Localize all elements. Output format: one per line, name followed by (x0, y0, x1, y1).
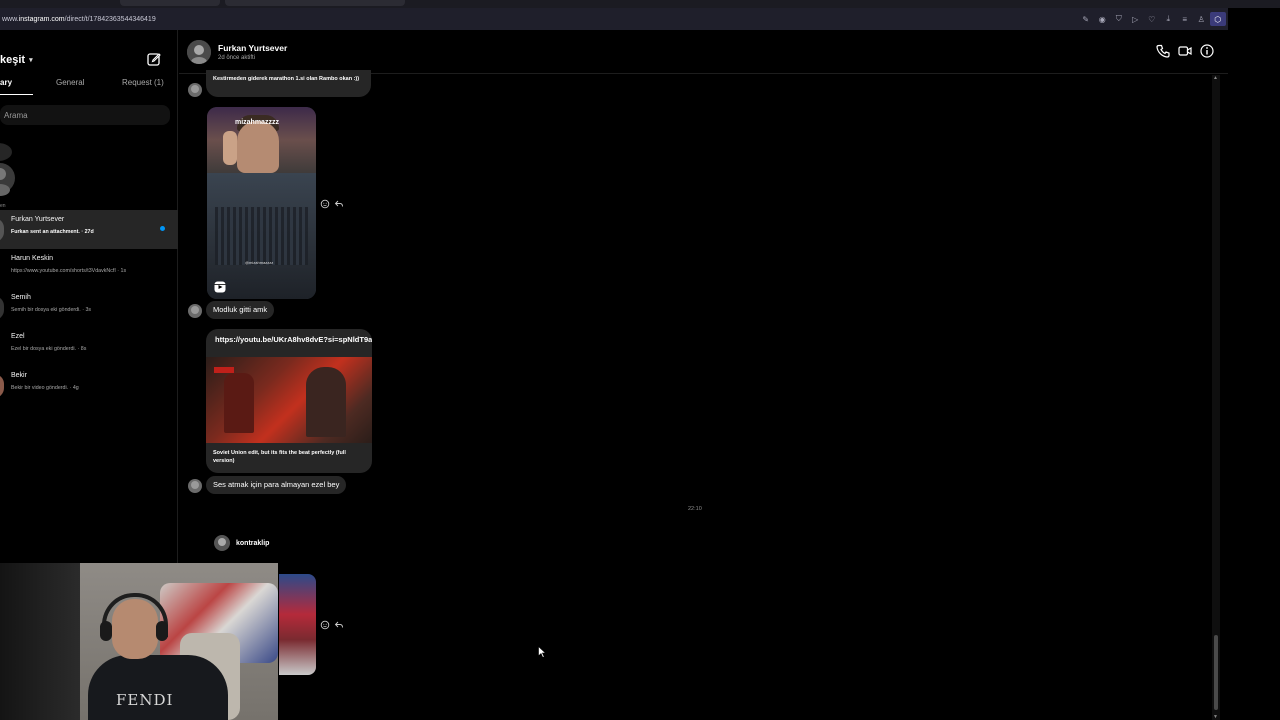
message-bubble[interactable]: Modluk gitti amk (206, 301, 275, 319)
avatar[interactable] (188, 304, 202, 318)
account-name: keşit (0, 54, 26, 66)
emoji-react-icon[interactable] (320, 199, 330, 209)
shirt-logo: FENDI (116, 691, 174, 709)
webcam-overlay: FENDI (0, 563, 278, 720)
chat-header: Furkan Yurtsever 2d önce aktifti (179, 30, 1228, 74)
avatar (0, 374, 4, 398)
message-timestamp: 22:10 (688, 506, 702, 512)
chat-actions (1156, 44, 1214, 58)
active-tab-indicator (0, 94, 33, 95)
reel-crowd (215, 207, 308, 265)
message-bubble[interactable]: Kestirmeden giderek marathon 1.si olan R… (206, 70, 371, 97)
conversation-preview: Ezel bir dosya eki gönderdi. · 8s (11, 346, 87, 352)
reel-caption: @mizahmazzzz (245, 260, 274, 265)
reels-icon (214, 281, 226, 293)
conversation-item[interactable]: Harun Keskin https://www.youtube.com/sho… (0, 249, 178, 288)
conversation-item[interactable]: Bekir Bekir bir video gönderdi. · 4g (0, 366, 178, 405)
new-message-icon[interactable] (147, 52, 161, 66)
unread-dot (160, 226, 165, 231)
heart-icon[interactable]: ♡ (1144, 12, 1161, 26)
headset-earcup (100, 621, 112, 641)
conversation-name: Semih (11, 294, 31, 301)
mouse-cursor-icon (538, 646, 546, 658)
message-thread: Kestirmeden giderek marathon 1.si olan R… (179, 70, 1214, 720)
conversation-name: Harun Keskin (11, 255, 54, 262)
reel-hand (223, 131, 237, 165)
phone-icon[interactable] (1156, 44, 1170, 58)
reel-username: mizahmazzzz (235, 119, 279, 126)
edit-icon[interactable]: ✎ (1078, 12, 1095, 26)
window-edge (1228, 8, 1280, 720)
conversation-preview: Furkan sent an attachment. · 27d (11, 229, 94, 235)
scroll-down-icon[interactable]: ▼ (1213, 714, 1218, 720)
webcam-person-body (88, 655, 228, 720)
reply-icon[interactable] (334, 199, 344, 209)
search-box (0, 105, 170, 126)
shared-reel[interactable]: mizahmazzzz @mizahmazzzz (207, 107, 316, 299)
chevron-down-icon: ▾ (29, 57, 33, 64)
video-call-icon[interactable] (1178, 44, 1192, 58)
conversation-item[interactable]: Ezel Ezel bir dosya eki gönderdi. · 8s (0, 327, 178, 366)
avatar[interactable] (187, 40, 211, 64)
camera-icon[interactable]: ◉ (1094, 12, 1111, 26)
thumb-figure (224, 373, 254, 433)
account-switcher[interactable]: keşit ▾ (0, 54, 33, 66)
link-url[interactable]: https://youtu.be/UKrA8hv8dvE?si=spNldT9a… (213, 335, 372, 345)
message-bubble[interactable]: Ses atmak için para almayan ezel bey (206, 476, 347, 494)
address-bar[interactable]: www.instagram.com/direct/t/1784236354434… (0, 8, 1228, 30)
search-input[interactable] (0, 105, 170, 126)
link-thumbnail (206, 357, 372, 443)
conversation-preview: Bekir bir video gönderdi. · 4g (11, 385, 79, 391)
thumb-figure (306, 367, 346, 437)
reel-face (237, 121, 279, 173)
tab-primary[interactable]: ary (0, 78, 12, 87)
tab-requests[interactable]: Request (1) (122, 78, 164, 87)
browser-toolbar: ✎ ◉ ⛉ ▷ ♡ ⤓ ≡ ♙ ⬡ (1078, 12, 1226, 26)
avatar[interactable] (188, 479, 202, 493)
conversation-preview: https://www.youtube.com/shorts/t3VdavkNc… (11, 268, 127, 274)
avatar[interactable] (188, 83, 202, 97)
browser-tab-strip (0, 0, 1280, 8)
message-actions (320, 620, 344, 630)
headset-earcup (156, 621, 168, 641)
scrollbar-thumb[interactable] (1214, 635, 1218, 710)
play-icon[interactable]: ▷ (1127, 12, 1144, 26)
shield-icon[interactable]: ⛉ (1111, 12, 1128, 26)
menu-icon[interactable]: ≡ (1177, 12, 1194, 26)
conversation-name: Bekir (11, 372, 27, 379)
conversation-name: Furkan Yurtsever (11, 216, 65, 223)
chat-scrollbar[interactable]: ▲ ▼ (1212, 75, 1220, 720)
thumb-hammer (214, 367, 234, 373)
extension-icon[interactable]: ⬡ (1209, 12, 1226, 26)
avatar (0, 218, 4, 242)
avatar (214, 535, 230, 551)
chat-contact-name[interactable]: Furkan Yurtsever (218, 43, 287, 53)
conversation-item[interactable]: Semih Semih bir dosya eki gönderdi. · 3s (0, 288, 178, 327)
browser-tab[interactable] (120, 0, 220, 6)
info-icon[interactable] (1200, 44, 1214, 58)
browser-tab[interactable] (225, 0, 405, 6)
shared-post-header[interactable]: kontraklip (214, 535, 269, 551)
conversation-preview: Semih bir dosya eki gönderdi. · 3s (11, 307, 92, 313)
reel-thumbnail: mizahmazzzz (207, 107, 316, 173)
chat-contact-status: 2d önce aktifti (218, 55, 256, 61)
tab-general[interactable]: General (56, 78, 84, 87)
shared-post-username: kontraklip (236, 539, 270, 547)
profile-icon[interactable]: ♙ (1193, 12, 1210, 26)
scroll-up-icon[interactable]: ▲ (1213, 75, 1218, 81)
reply-icon[interactable] (334, 620, 344, 630)
emoji-react-icon[interactable] (320, 620, 330, 630)
note-label: en (0, 203, 6, 209)
link-title: Soviet Union edit, but its fits the beat… (213, 450, 346, 464)
link-preview-card[interactable]: https://youtu.be/UKrA8hv8dvE?si=spNldT9a… (206, 329, 372, 473)
avatar (0, 296, 4, 320)
url-text[interactable]: www.instagram.com/direct/t/1784236354434… (0, 16, 156, 23)
conversation-item[interactable]: Furkan Yurtsever Furkan sent an attachme… (0, 210, 178, 249)
shared-post-thumbnail[interactable] (279, 574, 316, 675)
conversation-name: Ezel (11, 333, 25, 340)
download-icon[interactable]: ⤓ (1160, 12, 1177, 26)
message-actions (320, 199, 344, 209)
note-avatar[interactable] (0, 140, 16, 196)
